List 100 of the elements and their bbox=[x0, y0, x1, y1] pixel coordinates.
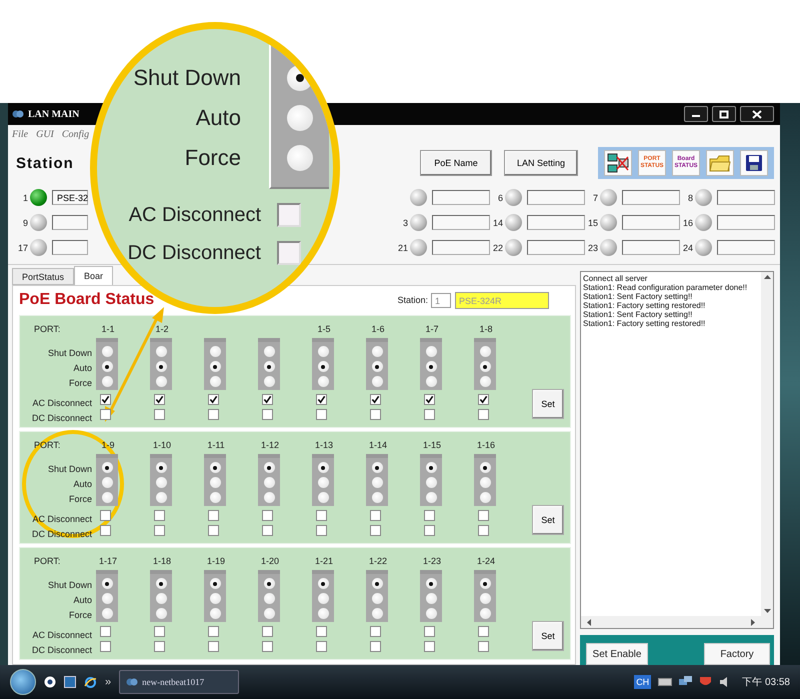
checkbox[interactable] bbox=[100, 510, 111, 521]
radio-button[interactable] bbox=[210, 346, 220, 357]
radio-button[interactable] bbox=[156, 593, 166, 604]
checkbox[interactable] bbox=[478, 409, 489, 420]
radio-button[interactable] bbox=[480, 477, 490, 488]
name-field[interactable] bbox=[717, 240, 775, 255]
vertical-scrollbar[interactable] bbox=[761, 272, 773, 616]
radio-button[interactable] bbox=[156, 361, 166, 372]
radio-button[interactable] bbox=[156, 578, 166, 589]
checkbox[interactable] bbox=[316, 409, 327, 420]
checkbox[interactable] bbox=[424, 394, 435, 405]
right-arrow-icon[interactable] bbox=[751, 618, 755, 626]
checkbox[interactable] bbox=[262, 525, 273, 536]
folder-icon[interactable] bbox=[706, 150, 734, 176]
checkbox[interactable] bbox=[478, 394, 489, 405]
checkbox[interactable] bbox=[154, 409, 165, 420]
checkbox[interactable] bbox=[154, 394, 165, 405]
checkbox[interactable] bbox=[478, 525, 489, 536]
checkbox[interactable] bbox=[262, 510, 273, 521]
window-icon[interactable] bbox=[64, 676, 76, 688]
radio-button[interactable] bbox=[102, 462, 112, 473]
radio-button[interactable] bbox=[318, 492, 328, 503]
keyboard-icon[interactable] bbox=[658, 678, 672, 686]
radio-button[interactable] bbox=[102, 492, 112, 503]
station-field[interactable]: 1 bbox=[431, 292, 451, 308]
media-icon[interactable] bbox=[44, 676, 56, 688]
radio-button[interactable] bbox=[264, 492, 274, 503]
name-field[interactable] bbox=[622, 240, 680, 255]
checkbox[interactable] bbox=[154, 510, 165, 521]
radio-button[interactable] bbox=[156, 346, 166, 357]
radio-button[interactable] bbox=[318, 346, 328, 357]
checkbox[interactable] bbox=[424, 641, 435, 652]
radio-button[interactable] bbox=[210, 462, 220, 473]
radio-button[interactable] bbox=[210, 477, 220, 488]
radio-button[interactable] bbox=[426, 608, 436, 619]
checkbox[interactable] bbox=[277, 203, 301, 227]
radio-button[interactable] bbox=[210, 578, 220, 589]
task-button[interactable]: new-netbeat1017 bbox=[119, 670, 240, 694]
radio-button[interactable] bbox=[264, 593, 274, 604]
radio-button[interactable] bbox=[426, 492, 436, 503]
radio-button[interactable] bbox=[264, 376, 274, 387]
radio-button[interactable] bbox=[287, 105, 313, 131]
checkbox[interactable] bbox=[424, 525, 435, 536]
radio-button[interactable] bbox=[318, 578, 328, 589]
radio-button[interactable] bbox=[102, 376, 112, 387]
network-icon[interactable] bbox=[604, 150, 632, 176]
name-field[interactable] bbox=[527, 240, 585, 255]
radio-button[interactable] bbox=[372, 477, 382, 488]
radio-button[interactable] bbox=[156, 462, 166, 473]
checkbox[interactable] bbox=[316, 641, 327, 652]
checkbox[interactable] bbox=[262, 626, 273, 637]
radio-button[interactable] bbox=[210, 376, 220, 387]
checkbox[interactable] bbox=[100, 626, 111, 637]
radio-button[interactable] bbox=[102, 361, 112, 372]
checkbox[interactable] bbox=[478, 626, 489, 637]
radio-button[interactable] bbox=[264, 462, 274, 473]
checkbox[interactable] bbox=[370, 510, 381, 521]
radio-button[interactable] bbox=[426, 346, 436, 357]
radio-button[interactable] bbox=[372, 462, 382, 473]
checkbox[interactable] bbox=[154, 626, 165, 637]
name-field[interactable]: PSE-32 bbox=[52, 190, 88, 205]
checkbox[interactable] bbox=[277, 241, 301, 265]
maximize-button[interactable] bbox=[712, 106, 736, 122]
set-button[interactable]: Set bbox=[532, 621, 564, 651]
radio-button[interactable] bbox=[156, 608, 166, 619]
action-button[interactable]: Set Enable bbox=[586, 643, 648, 665]
radio-button[interactable] bbox=[426, 361, 436, 372]
name-field[interactable] bbox=[52, 240, 88, 255]
radio-button[interactable] bbox=[372, 492, 382, 503]
toolbar-button[interactable]: PoE Name bbox=[420, 150, 492, 176]
checkbox[interactable] bbox=[100, 394, 111, 405]
radio-button[interactable] bbox=[210, 608, 220, 619]
name-field[interactable] bbox=[622, 215, 680, 230]
radio-button[interactable] bbox=[210, 361, 220, 372]
name-field[interactable] bbox=[432, 190, 490, 205]
tab[interactable]: Boar bbox=[74, 266, 114, 285]
checkbox[interactable] bbox=[370, 394, 381, 405]
radio-button[interactable] bbox=[210, 492, 220, 503]
radio-button[interactable] bbox=[264, 578, 274, 589]
radio-button[interactable] bbox=[426, 593, 436, 604]
checkbox[interactable] bbox=[424, 626, 435, 637]
radio-button[interactable] bbox=[156, 492, 166, 503]
radio-button[interactable] bbox=[264, 608, 274, 619]
name-field[interactable] bbox=[717, 215, 775, 230]
radio-button[interactable] bbox=[372, 578, 382, 589]
radio-button[interactable] bbox=[426, 462, 436, 473]
checkbox[interactable] bbox=[478, 510, 489, 521]
language-indicator[interactable]: CH bbox=[634, 675, 652, 689]
name-field[interactable] bbox=[432, 215, 490, 230]
radio-button[interactable] bbox=[372, 593, 382, 604]
checkbox[interactable] bbox=[370, 641, 381, 652]
checkbox[interactable] bbox=[208, 626, 219, 637]
radio-button[interactable] bbox=[372, 346, 382, 357]
radio-button[interactable] bbox=[426, 477, 436, 488]
checkbox[interactable] bbox=[370, 409, 381, 420]
up-arrow-icon[interactable] bbox=[764, 275, 770, 279]
menu-item[interactable]: Config bbox=[62, 128, 90, 140]
checkbox[interactable] bbox=[208, 641, 219, 652]
checkbox[interactable] bbox=[424, 409, 435, 420]
set-button[interactable]: Set bbox=[532, 389, 564, 419]
